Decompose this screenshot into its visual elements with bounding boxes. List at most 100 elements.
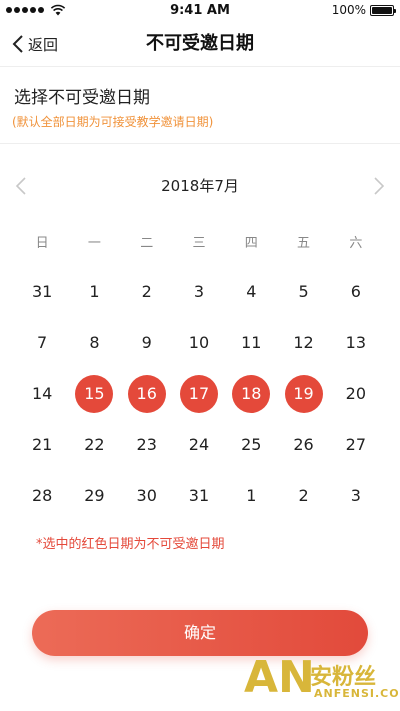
calendar-note: *选中的红色日期为不可受邀日期 bbox=[36, 537, 225, 552]
calendar-month: 2018年7月 bbox=[161, 177, 239, 195]
calendar-day[interactable]: 20 bbox=[330, 368, 382, 419]
weekday-label: 三 bbox=[192, 236, 206, 251]
weekday-label: 四 bbox=[244, 236, 258, 251]
section-title: 选择不可受邀日期 bbox=[14, 88, 150, 108]
calendar-day[interactable]: 2 bbox=[277, 470, 329, 521]
weekday-label: 六 bbox=[349, 236, 363, 251]
calendar-day-label: 16 bbox=[127, 374, 166, 413]
calendar-day[interactable]: 26 bbox=[277, 419, 329, 470]
calendar-day-label: 13 bbox=[345, 333, 367, 352]
calendar-day[interactable]: 3 bbox=[330, 470, 382, 521]
watermark-logo: AN 安粉丝 ANFENSI.COM bbox=[244, 652, 400, 703]
calendar-day[interactable]: 30 bbox=[121, 470, 173, 521]
confirm-button[interactable]: 确定 bbox=[32, 610, 368, 656]
calendar-day-label: 10 bbox=[188, 333, 210, 352]
calendar-day[interactable]: 22 bbox=[68, 419, 120, 470]
calendar-day[interactable]: 28 bbox=[16, 470, 68, 521]
calendar-day[interactable]: 31 bbox=[16, 266, 68, 317]
calendar-day[interactable]: 24 bbox=[173, 419, 225, 470]
calendar-day-label: 1 bbox=[89, 282, 100, 301]
calendar-day-selected[interactable]: 17 bbox=[173, 368, 225, 419]
calendar-day[interactable]: 13 bbox=[330, 317, 382, 368]
calendar-day-label: 7 bbox=[37, 333, 48, 352]
calendar-day-label: 28 bbox=[31, 486, 53, 505]
calendar-day-label: 23 bbox=[136, 435, 157, 454]
calendar-day-label: 2 bbox=[298, 486, 309, 505]
calendar-day[interactable]: 21 bbox=[16, 419, 68, 470]
calendar-day[interactable]: 25 bbox=[225, 419, 277, 470]
calendar-day-label: 25 bbox=[241, 435, 262, 454]
calendar-day-label: 6 bbox=[350, 282, 361, 301]
calendar-day-label: 5 bbox=[298, 282, 309, 301]
calendar-day-label: 27 bbox=[345, 435, 367, 454]
calendar-day-label: 18 bbox=[232, 374, 271, 413]
calendar-day[interactable]: 6 bbox=[330, 266, 382, 317]
calendar-day[interactable]: 8 bbox=[68, 317, 120, 368]
calendar-day[interactable]: 29 bbox=[68, 470, 120, 521]
calendar-day-label: 15 bbox=[75, 374, 114, 413]
calendar-day[interactable]: 23 bbox=[121, 419, 173, 470]
chevron-left-icon bbox=[12, 35, 23, 53]
battery-percent: 100% bbox=[331, 3, 366, 17]
watermark-logo-mark: AN bbox=[244, 652, 315, 703]
battery-icon bbox=[370, 4, 396, 16]
weekday-label: 二 bbox=[140, 236, 154, 251]
page-title: 不可受邀日期 bbox=[146, 33, 254, 54]
calendar-day-label: 31 bbox=[31, 282, 53, 301]
calendar-day[interactable]: 9 bbox=[121, 317, 173, 368]
weekday-row: 日 一 二 三 四 五 六 bbox=[16, 232, 382, 251]
calendar-day[interactable]: 5 bbox=[277, 266, 329, 317]
next-month-button[interactable] bbox=[372, 176, 386, 196]
calendar-day-label: 22 bbox=[84, 435, 105, 454]
calendar-day[interactable]: 1 bbox=[225, 470, 277, 521]
calendar-day-label: 17 bbox=[179, 374, 218, 413]
screen: 9:41 AM 100% 不可受邀日期 返回 选择不可受邀日期 (默认全部日期为… bbox=[0, 0, 400, 711]
calendar-header: 2018年7月 bbox=[0, 168, 400, 202]
calendar-day-selected[interactable]: 15 bbox=[68, 368, 120, 419]
back-button[interactable]: 返回 bbox=[12, 22, 58, 66]
status-bar: 9:41 AM 100% bbox=[0, 0, 400, 22]
calendar-day-label: 11 bbox=[241, 333, 262, 352]
section-hint: (默认全部日期为可接受教学邀请日期) bbox=[12, 115, 214, 129]
calendar-day[interactable]: 3 bbox=[173, 266, 225, 317]
calendar-day[interactable]: 2 bbox=[121, 266, 173, 317]
calendar-day[interactable]: 27 bbox=[330, 419, 382, 470]
calendar-day[interactable]: 1 bbox=[68, 266, 120, 317]
calendar-day[interactable]: 10 bbox=[173, 317, 225, 368]
calendar-day-label: 26 bbox=[293, 435, 314, 454]
calendar-day[interactable]: 14 bbox=[16, 368, 68, 419]
calendar-day[interactable]: 11 bbox=[225, 317, 277, 368]
section-header: 选择不可受邀日期 (默认全部日期为可接受教学邀请日期) bbox=[0, 67, 400, 144]
calendar-day-label: 1 bbox=[246, 486, 257, 505]
calendar-day-label: 31 bbox=[188, 486, 210, 505]
calendar-day-label: 9 bbox=[141, 333, 152, 352]
calendar-day-label: 3 bbox=[193, 282, 205, 301]
calendar-day-selected[interactable]: 18 bbox=[225, 368, 277, 419]
calendar-day-label: 24 bbox=[188, 435, 210, 454]
calendar-day-label: 30 bbox=[136, 486, 157, 505]
calendar-day-label: 20 bbox=[345, 384, 367, 403]
weekday-label: 一 bbox=[87, 236, 101, 251]
nav-bar: 不可受邀日期 返回 bbox=[0, 22, 400, 67]
status-right: 100% bbox=[331, 3, 396, 17]
calendar-day[interactable]: 7 bbox=[16, 317, 68, 368]
calendar-day[interactable]: 12 bbox=[277, 317, 329, 368]
calendar-day-label: 8 bbox=[89, 333, 100, 352]
back-label: 返回 bbox=[28, 35, 59, 54]
calendar-day[interactable]: 31 bbox=[173, 470, 225, 521]
calendar-day-label: 19 bbox=[284, 374, 323, 413]
calendar-day-label: 12 bbox=[293, 333, 314, 352]
weekday-label: 五 bbox=[297, 236, 311, 251]
watermark-en-text: ANFENSI.COM bbox=[314, 687, 400, 700]
calendar-day-label: 14 bbox=[31, 384, 53, 403]
weekday-label: 日 bbox=[35, 236, 49, 251]
calendar-day-selected[interactable]: 19 bbox=[277, 368, 329, 419]
calendar-day-label: 2 bbox=[141, 282, 152, 301]
calendar-day-label: 21 bbox=[31, 435, 53, 454]
battery-fill bbox=[372, 6, 392, 14]
calendar-day[interactable]: 4 bbox=[225, 266, 277, 317]
calendar-day-selected[interactable]: 16 bbox=[121, 368, 173, 419]
calendar-day-label: 3 bbox=[350, 486, 361, 505]
calendar-grid: 31 1 2 3 4 5 6 7 8 9 10 11 12 13 14 15 16 17 18 19 20 21 22 23 2… bbox=[16, 266, 382, 521]
calendar-day-label: 29 bbox=[84, 486, 105, 505]
